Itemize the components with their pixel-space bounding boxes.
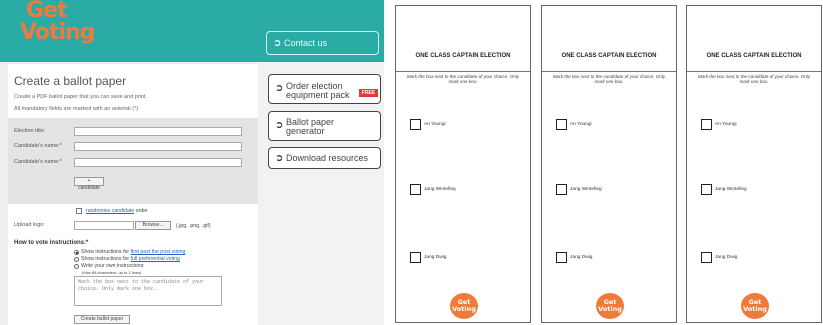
candidate-fields: Election title: Candidate's name:* Candi… bbox=[8, 118, 258, 204]
ballot-paper: ONE CLASS CAPTAIN ELECTION Mark the box … bbox=[541, 5, 677, 323]
custom-instructions-textarea[interactable]: Mark the box next to the candidate of yo… bbox=[74, 276, 222, 306]
candidate-checkbox[interactable] bbox=[410, 184, 421, 195]
download-resources-label: Download resources bbox=[286, 153, 369, 163]
ballot-divider bbox=[687, 71, 821, 72]
option-1-prefix: Show instructions for bbox=[81, 249, 130, 255]
get-voting-logo[interactable]: Get Voting bbox=[20, 0, 95, 60]
ballot-paper-generator-button[interactable]: ➲ Ballot paper generator bbox=[268, 111, 381, 141]
candidate-checkbox[interactable] bbox=[556, 119, 567, 130]
candidate-checkbox[interactable] bbox=[556, 184, 567, 195]
candidate-checkbox[interactable] bbox=[556, 252, 567, 263]
circle-arrow-icon: ➲ bbox=[275, 153, 284, 164]
candidate-1-label: Candidate's name:* bbox=[14, 143, 62, 149]
candidate-checkbox[interactable] bbox=[701, 252, 712, 263]
ballot-generator-line2: generator bbox=[286, 126, 325, 137]
create-ballot-paper-button[interactable]: Create ballot paper bbox=[74, 315, 130, 324]
logo-line-1: Get bbox=[26, 0, 67, 23]
candidate-checkbox[interactable] bbox=[701, 119, 712, 130]
option-3-label: Write your own instructions: bbox=[81, 263, 145, 269]
candidate-name: An Youngi bbox=[570, 122, 592, 127]
ballot-instructions: Mark the box next to the candidate of yo… bbox=[406, 74, 520, 85]
candidate-checkbox[interactable] bbox=[410, 252, 421, 263]
upload-logo-label: Upload logo: bbox=[14, 222, 45, 228]
election-title-label: Election title: bbox=[14, 128, 46, 134]
intro-text: Create a PDF ballot paper that you can s… bbox=[14, 94, 147, 100]
ballot-generator-app: Get Voting ➲ Contact us ➲ Order election… bbox=[0, 0, 384, 325]
how-to-vote-title: How to vote instructions:* bbox=[14, 240, 89, 246]
circle-arrow-icon: ➲ bbox=[275, 120, 284, 131]
file-types-note: (.jpg, .png, .gif) bbox=[176, 223, 211, 229]
ballot-title: ONE CLASS CAPTAIN ELECTION bbox=[561, 53, 657, 59]
get-voting-logo: Get Voting bbox=[450, 293, 478, 319]
logo-line-2: Voting bbox=[743, 305, 767, 313]
download-resources-button[interactable]: ➲ Download resources bbox=[268, 147, 381, 169]
mandatory-note: All mandatory fields are marked with an … bbox=[14, 106, 139, 112]
get-voting-logo: Get Voting bbox=[741, 293, 769, 319]
election-title-input[interactable] bbox=[74, 127, 242, 136]
contact-us-label: Contact us bbox=[284, 38, 328, 48]
free-badge: FREE bbox=[358, 89, 378, 97]
ballot-instructions: Mark the box next to the candidate of yo… bbox=[552, 74, 666, 85]
logo-line-2: Voting bbox=[20, 20, 95, 45]
candidate-name: Jang Wintefieg bbox=[570, 187, 602, 192]
ballot-divider bbox=[396, 71, 530, 72]
candidate-name: Jang Dwig bbox=[715, 255, 738, 260]
candidate-name: Jang Dwig bbox=[570, 255, 593, 260]
radio-own-instructions[interactable] bbox=[74, 264, 79, 269]
candidate-name: Jang Dwig bbox=[424, 255, 447, 260]
logo-line-2: Voting bbox=[452, 305, 476, 313]
browse-button[interactable]: Browse... bbox=[135, 221, 171, 230]
create-ballot-form: Create a ballot paper Create a PDF ballo… bbox=[8, 64, 258, 325]
candidate-checkbox[interactable] bbox=[410, 119, 421, 130]
candidate-2-input[interactable] bbox=[74, 158, 242, 167]
candidate-name: An Youngi bbox=[424, 122, 446, 127]
option-2-prefix: Show instructions for bbox=[81, 256, 130, 262]
candidate-2-label: Candidate's name:* bbox=[14, 159, 62, 165]
radio-full-preferential[interactable] bbox=[74, 257, 79, 262]
char-limit-note: (Max 88 characters, up to 2 lines) bbox=[82, 270, 142, 275]
order-label-line2: equipment pack bbox=[286, 90, 350, 101]
circle-arrow-icon: ➲ bbox=[273, 38, 282, 49]
contact-us-button[interactable]: ➲ Contact us bbox=[266, 31, 379, 55]
candidate-checkbox[interactable] bbox=[701, 184, 712, 195]
candidate-name: Jang Wintefieg bbox=[424, 187, 456, 192]
form-panel: Create a ballot paper Create a PDF ballo… bbox=[0, 62, 258, 325]
ballot-divider bbox=[542, 71, 676, 72]
radio-first-past-post[interactable] bbox=[74, 250, 79, 255]
candidate-name: An Youngi bbox=[715, 122, 737, 127]
order-equipment-button[interactable]: ➲ Order election equipment pack FREE bbox=[268, 74, 381, 104]
page-title: Create a ballot paper bbox=[14, 74, 127, 88]
ballot-paper: ONE CLASS CAPTAIN ELECTION Mark the box … bbox=[686, 5, 822, 323]
full-preferential-link[interactable]: full preferential voting bbox=[131, 256, 180, 262]
randomise-suffix: order bbox=[135, 208, 148, 214]
logo-line-2: Voting bbox=[598, 305, 622, 313]
randomise-link[interactable]: randomise candidate bbox=[86, 208, 134, 214]
circle-arrow-icon: ➲ bbox=[275, 83, 284, 94]
randomise-checkbox[interactable] bbox=[76, 208, 82, 214]
get-voting-logo: Get Voting bbox=[596, 293, 624, 319]
logo-file-input[interactable] bbox=[74, 221, 134, 230]
ballot-title: ONE CLASS CAPTAIN ELECTION bbox=[706, 53, 802, 59]
candidate-name: Jang Wintefieg bbox=[715, 187, 747, 192]
ballot-title: ONE CLASS CAPTAIN ELECTION bbox=[415, 53, 511, 59]
ballot-instructions: Mark the box next to the candidate of yo… bbox=[697, 74, 811, 85]
candidate-1-input[interactable] bbox=[74, 142, 242, 151]
ballot-paper: ONE CLASS CAPTAIN ELECTION Mark the box … bbox=[395, 5, 531, 323]
add-candidate-button[interactable]: + candidate bbox=[74, 177, 104, 191]
first-past-post-link[interactable]: first past the post voting bbox=[131, 249, 186, 255]
